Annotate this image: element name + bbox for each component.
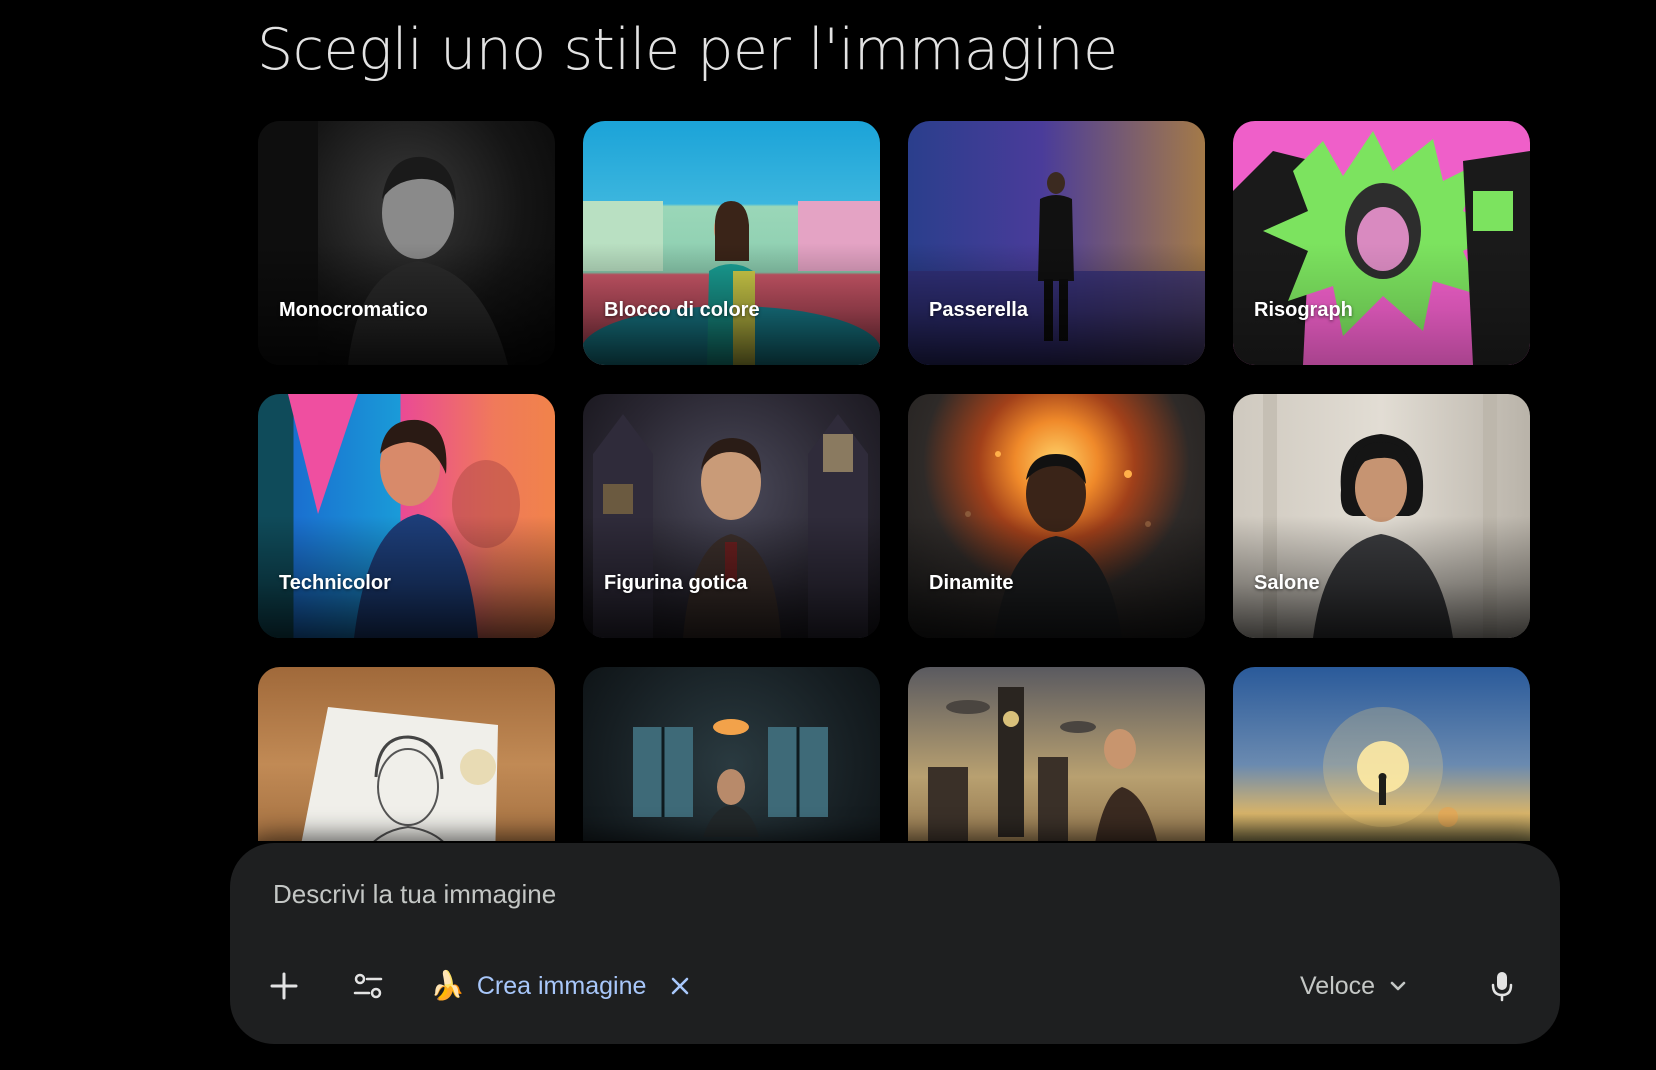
style-card-salone[interactable]: Salone <box>1233 394 1530 638</box>
close-icon <box>672 977 689 995</box>
style-label: Dinamite <box>929 572 1014 594</box>
style-label: Passerella <box>929 299 1028 321</box>
tune-icon <box>353 973 383 999</box>
style-card-dark-room[interactable] <box>583 667 880 841</box>
plus-icon <box>270 972 298 1000</box>
style-card-figurina-gotica[interactable]: Figurina gotica <box>583 394 880 638</box>
style-card-technicolor[interactable]: Technicolor <box>258 394 555 638</box>
style-card-blocco-di-colore[interactable]: Blocco di colore <box>583 121 880 365</box>
style-label: Salone <box>1254 572 1320 594</box>
tools-button[interactable] <box>344 962 392 1010</box>
steampunk-city <box>928 687 1158 841</box>
style-card-sketch[interactable] <box>258 667 555 841</box>
mode-selector[interactable]: Veloce <box>1300 963 1409 1009</box>
style-label: Monocromatico <box>279 299 428 321</box>
sunrise-field <box>1323 707 1458 827</box>
mode-label: Veloce <box>1300 971 1376 1000</box>
page-title: Scegli uno stile per l'immagine <box>257 17 1118 83</box>
prompt-input[interactable] <box>271 873 1175 915</box>
chevron-down-icon <box>1390 981 1406 991</box>
style-card-dinamite[interactable]: Dinamite <box>908 394 1205 638</box>
banana-icon: 🍌 <box>430 970 465 1001</box>
style-label: Risograph <box>1254 299 1353 321</box>
microphone-button[interactable] <box>1478 962 1526 1010</box>
style-card-passerella[interactable]: Passerella <box>908 121 1205 365</box>
style-card-risograph[interactable]: Risograph <box>1233 121 1530 365</box>
style-card-sunrise[interactable] <box>1233 667 1530 841</box>
style-label: Technicolor <box>279 572 391 594</box>
create-image-chip[interactable]: 🍌 Crea immagine <box>430 965 694 1007</box>
prompt-composer: 🍌 Crea immagine Veloce <box>230 843 1560 1044</box>
style-card-monocromatico[interactable]: Monocromatico <box>258 121 555 365</box>
dark-room <box>633 719 828 837</box>
style-grid: Monocromatico Blocco di colore Passerell… <box>258 121 1532 841</box>
pencil-sketch <box>301 707 498 841</box>
style-label: Blocco di colore <box>604 299 760 321</box>
chip-label: Crea immagine <box>476 971 647 1000</box>
style-label: Figurina gotica <box>604 572 748 594</box>
microphone-icon <box>1491 972 1513 1002</box>
add-button[interactable] <box>260 962 308 1010</box>
style-card-steampunk[interactable] <box>908 667 1205 841</box>
chip-close-button[interactable] <box>666 972 694 1000</box>
